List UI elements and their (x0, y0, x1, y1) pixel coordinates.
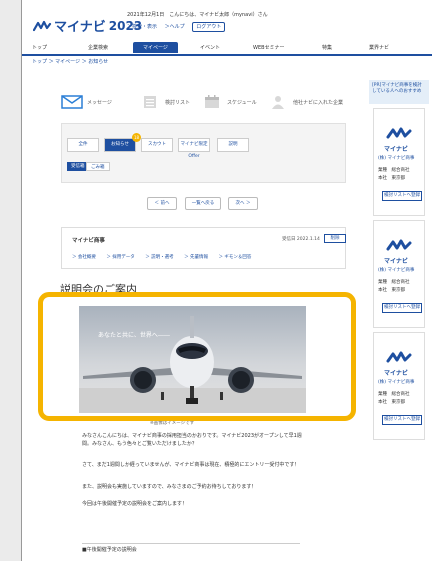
card-company-name[interactable]: (株) マイナビ商事 (378, 267, 414, 273)
card-location: 本社 東京都 (378, 400, 405, 405)
global-nav: トップ 企業検索 マイページ イベント WEBセミナー 特集 業界ナビ (22, 40, 432, 56)
article-paragraph-5: ■午後開催予定の説明会 (82, 547, 137, 553)
person-icon (267, 95, 289, 109)
message-header: マイナビ商事 受信日 2022.1.14 削除 ＞ 会社概要 ＞ 採用データ ＞… (61, 227, 346, 269)
link-faq[interactable]: ＞ ギモン＆回答 (219, 255, 252, 260)
tab-schedule[interactable]: スケジュール (201, 95, 267, 109)
add-to-list-button[interactable]: 検討リストへ登録 (382, 191, 422, 201)
nav-event[interactable]: イベント (200, 44, 220, 51)
message-pager: ＜ 前へ 一覧へ戻る 次へ ＞ (61, 183, 346, 227)
mynavi-mark-icon (33, 20, 52, 31)
nav-top[interactable]: トップ (32, 44, 47, 51)
article-paragraph-2: さて、まだ1週間しか経っていませんが、マイナビ商事は現在、積極的にエントリー受付… (82, 462, 300, 468)
article-paragraph-3: また、説明会も実施していますので、みなさまのご予約お待ちしております！ (82, 484, 257, 490)
user-greeting: 2021年12月1日 こんにちは、マイナビ太郎（mynavi）さん (127, 12, 268, 18)
tab-message[interactable]: メッセージ (61, 95, 139, 109)
mynavi-logo[interactable]: マイナビ 2023 (33, 16, 142, 35)
nav-industry[interactable]: 業界ナビ (369, 44, 389, 51)
link-senior-info[interactable]: ＞ 先輩情報 (184, 255, 208, 260)
recommend-card[interactable]: マイナビ (株) マイナビ商事 業種 総合商社 本社 東京都 検討リストへ登録 (373, 108, 425, 216)
nav-feature[interactable]: 特集 (322, 44, 332, 51)
filter-trash[interactable]: ごみ箱 (86, 162, 110, 171)
link-recruit-data[interactable]: ＞ 採用データ (106, 255, 134, 260)
header-links: ＞検索・表示 ＞ヘルプ ログアウト (127, 22, 231, 32)
tab-message-label: メッセージ (87, 99, 112, 106)
prev-button[interactable]: ＜ 前へ (147, 197, 177, 210)
logout-button[interactable]: ログアウト (192, 22, 226, 32)
link-company-overview[interactable]: ＞ 会社概要 (72, 255, 96, 260)
subtab-notice[interactable]: お知らせ (104, 138, 136, 152)
sender-name: マイナビ商事 (72, 238, 105, 244)
notice-count-badge: 18 (132, 133, 141, 142)
notice-panel: 全件 お知らせ 18 スカウト マイナビ限定Offer 説明 受信箱 ごみ箱 (61, 123, 346, 183)
mypage-tabs: メッセージ 検討リスト スケジュール 他社ナビに入れた企業 (61, 81, 346, 123)
search-display-link[interactable]: ＞検索・表示 (127, 24, 157, 30)
breadcrumb[interactable]: トップ ＞ マイページ ＞ お知らせ (22, 56, 432, 68)
tab-consider-list[interactable]: 検討リスト (139, 95, 201, 109)
subtab-scout[interactable]: スカウト (141, 138, 173, 152)
recommend-card[interactable]: マイナビ (株) マイナビ商事 業種 総合商社 本社 東京都 検討リストへ登録 (373, 220, 425, 328)
next-button[interactable]: 次へ ＞ (228, 197, 258, 210)
recommend-card[interactable]: マイナビ (株) マイナビ商事 業種 総合商社 本社 東京都 検討リストへ登録 (373, 332, 425, 440)
card-industry: 業種 総合商社 (378, 280, 410, 285)
sidebar-header: [PR]マイナビ商事を検討している人へのおすすめ (369, 80, 429, 104)
card-logo-text: マイナビ (384, 146, 408, 153)
nav-company-search[interactable]: 企業検索 (88, 44, 108, 51)
company-links: ＞ 会社概要 ＞ 採用データ ＞ 説明・選考 ＞ 先輩情報 ＞ ギモン＆回答 (72, 254, 260, 260)
divider (82, 543, 300, 544)
article-paragraph-4: 今回は午後開催予定の説明会をご案内します！ (82, 501, 188, 507)
highlight-frame (38, 292, 356, 421)
card-company-name[interactable]: (株) マイナビ商事 (378, 379, 414, 385)
link-selection[interactable]: ＞ 説明・選考 (145, 255, 173, 260)
envelope-icon (61, 95, 83, 109)
add-to-list-button[interactable]: 検討リストへ登録 (382, 415, 422, 425)
card-logo-text: マイナビ (384, 258, 408, 265)
tab-other-navi[interactable]: 他社ナビに入れた企業 (267, 95, 346, 109)
card-location: 本社 東京都 (378, 176, 405, 181)
tab-schedule-label: スケジュール (227, 99, 257, 106)
tab-consider-list-label: 検討リスト (165, 99, 191, 106)
subtab-all[interactable]: 全件 (67, 138, 99, 152)
subtab-limited-offer[interactable]: マイナビ限定Offer (178, 138, 210, 159)
subtab-seminar[interactable]: 説明 (217, 138, 249, 152)
card-industry: 業種 総合商社 (378, 168, 410, 173)
add-to-list-button[interactable]: 検討リストへ登録 (382, 303, 422, 313)
nav-mypage[interactable]: マイページ (133, 42, 178, 53)
back-to-list-button[interactable]: 一覧へ戻る (185, 197, 221, 210)
card-company-name[interactable]: (株) マイナビ商事 (378, 155, 414, 161)
nav-web-seminar[interactable]: WEBセミナー (253, 44, 285, 51)
delete-button[interactable]: 削除 (324, 234, 346, 243)
card-industry: 業種 総合商社 (378, 392, 410, 397)
recommend-sidebar: [PR]マイナビ商事を検討している人へのおすすめ マイナビ (株) マイナビ商事… (369, 80, 429, 480)
article-paragraph-1: みなさんこんにちは、マイナビ商事の採用担当のかおりです。マイナビ2023がオープ… (82, 433, 302, 447)
card-logo-text: マイナビ (384, 370, 408, 377)
site-header: マイナビ 2023 2021年12月1日 こんにちは、マイナビ太郎（mynavi… (22, 0, 432, 40)
received-date: 受信日 2022.1.14 (282, 237, 320, 242)
card-location: 本社 東京都 (378, 288, 405, 293)
calendar-icon (201, 95, 223, 109)
list-icon (139, 95, 161, 109)
main-content: メッセージ 検討リスト スケジュール 他社ナビに入れた企業 全件 お知らせ 18… (61, 81, 346, 269)
help-link[interactable]: ＞ヘルプ (165, 24, 185, 30)
tab-other-navi-label: 他社ナビに入れた企業 (293, 99, 344, 106)
brand-name: マイナビ (54, 20, 106, 35)
